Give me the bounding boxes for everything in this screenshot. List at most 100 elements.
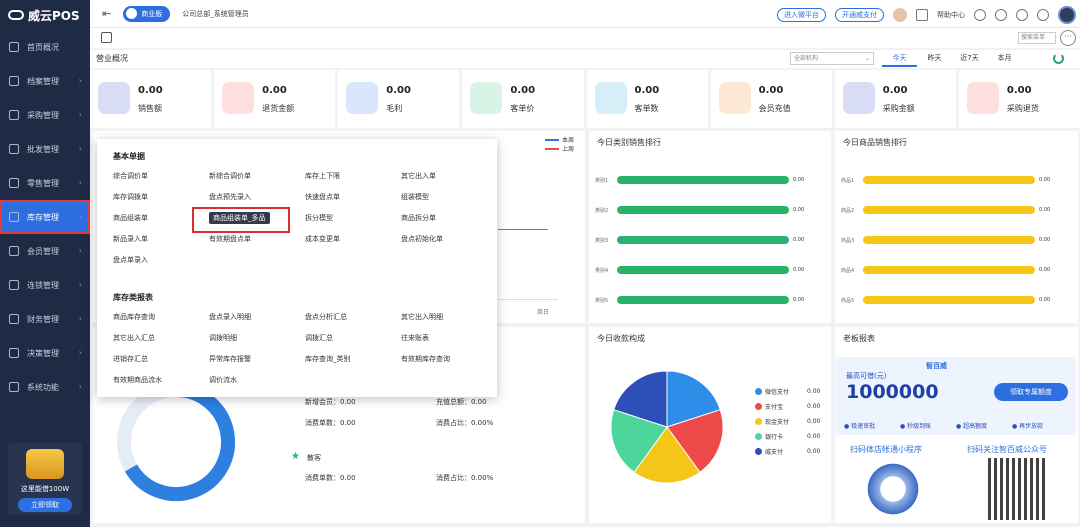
menu-item[interactable]: 盘点单录入 [113, 250, 209, 271]
sidebar-item-inventory[interactable]: 库存管理 › [0, 200, 90, 234]
menu-item[interactable]: 调拨明细 [209, 328, 305, 349]
chevron-right-icon: › [78, 280, 82, 289]
user-photo-icon[interactable] [893, 8, 907, 22]
official-account-qr-icon[interactable] [988, 458, 1048, 520]
open-pay-button[interactable]: 开通威支付 [835, 8, 884, 22]
sidebar-item-label: 财务管理 [27, 314, 59, 324]
sidebar-item-purchase[interactable]: 采购管理 › [0, 98, 90, 132]
sidebar-item-finance[interactable]: 财务管理 › [0, 302, 90, 336]
sidebar-item-label: 库存管理 [27, 212, 59, 222]
menu-item[interactable]: 商品库存查询 [113, 307, 209, 328]
org-select-value: 全部机构 [794, 55, 819, 62]
menu-item[interactable]: 盘点录入明细 [209, 307, 305, 328]
menu-item[interactable]: 其它出入明细 [401, 307, 497, 328]
decision-icon [9, 348, 19, 358]
menu-item-label: 新品录入单 [113, 235, 148, 243]
menu-item[interactable]: 调价流水 [209, 370, 305, 391]
sidebar-item-system[interactable]: 系统功能 › [0, 370, 90, 404]
org-select[interactable]: 全部机构 ⌄ [790, 52, 874, 65]
menu-item[interactable]: 库存查询_类别 [305, 349, 401, 370]
menu-item-label: 盘点初始化单 [401, 235, 443, 243]
menu-item[interactable]: 盘点预先录入 [209, 187, 305, 208]
more-icon[interactable]: ··· [1060, 30, 1076, 46]
kpi-card: 0.00 采购退货 [958, 70, 1080, 128]
rank-label: 类别1 [595, 177, 609, 184]
loan-promo[interactable]: 这里能借100W 立即领取 [8, 443, 82, 515]
kpi-label: 采购金额 [882, 104, 915, 113]
rank-label: 类别2 [595, 207, 609, 214]
sidebar-item-decision[interactable]: 决策管理 › [0, 336, 90, 370]
power-icon[interactable] [1037, 9, 1049, 21]
menu-search-input[interactable]: 搜索菜单 [1018, 32, 1056, 44]
miniapp-qr-icon[interactable] [865, 458, 921, 520]
info-icon[interactable] [974, 9, 986, 21]
panel-title: 今日收款构成 [597, 334, 645, 343]
bell-icon[interactable] [995, 9, 1007, 21]
menu-item[interactable]: 盘点分析汇总 [305, 307, 401, 328]
enter-platform-button[interactable]: 进入微平台 [777, 8, 826, 22]
menu-item[interactable]: 异常库存报警 [209, 349, 305, 370]
menu-item[interactable]: 快速盘点单 [305, 187, 401, 208]
menu-item-label: 成本变更单 [305, 235, 340, 243]
menu-item[interactable]: 库存上下限 [305, 166, 401, 187]
menu-item[interactable]: 调拨汇总 [305, 328, 401, 349]
menu-item[interactable]: 拆分模型 [305, 208, 401, 229]
menu-item[interactable]: 商品拆分单 [401, 208, 497, 229]
menu-item[interactable]: 有效期商品流水 [113, 370, 209, 391]
menu-item[interactable]: 其它出入单 [401, 166, 497, 187]
menu-item[interactable]: 综合调价单 [113, 166, 209, 187]
sidebar-item-label: 会员管理 [27, 246, 59, 256]
org-user-label: 公司总部_系统管理员 [182, 9, 249, 18]
menu-item[interactable]: 其它出入汇总 [113, 328, 209, 349]
menu-item[interactable]: 进销存汇总 [113, 349, 209, 370]
kpi-card: 0.00 毛利 [338, 70, 460, 128]
tab-yesterday[interactable]: 昨天 [917, 52, 952, 67]
price-tag-icon [470, 82, 503, 114]
tab-last-7-days[interactable]: 近7天 [952, 52, 987, 67]
inventory-icon [9, 212, 19, 222]
lock-icon[interactable] [1016, 9, 1028, 21]
sidebar-item-chain[interactable]: 连锁管理 › [0, 268, 90, 302]
menu-item[interactable]: 盘点初始化单 [401, 229, 497, 250]
menu-item[interactable]: 成本变更单 [305, 229, 401, 250]
menu-collapse-icon[interactable]: ⇤ [102, 7, 111, 20]
legend-this-week: 本周 [545, 135, 574, 144]
feature-label: 秒级到账 [907, 423, 932, 430]
loan-banner[interactable]: 智百威 最高可借(元) 1000000 领取专属额度 ● 极速审批 ● 秒级到账… [836, 357, 1076, 435]
menu-item[interactable]: 有效期库存查询 [401, 349, 497, 370]
avatar[interactable] [1058, 6, 1076, 24]
kpi-value: 0.00 [138, 85, 163, 96]
home-tab-icon[interactable] [101, 32, 112, 43]
menu-item[interactable]: 往来账表 [401, 328, 497, 349]
promo-claim-button[interactable]: 立即领取 [18, 498, 72, 512]
menu-item[interactable]: 库存调拨单 [113, 187, 209, 208]
tab-today[interactable]: 今天 [882, 52, 917, 67]
tab-this-month[interactable]: 本月 [987, 52, 1022, 67]
rank-bar [617, 206, 789, 214]
rank-value: 0.00 [793, 267, 805, 273]
sidebar-item-archive[interactable]: 档案管理 › [0, 64, 90, 98]
feature-label: 极速审批 [851, 423, 876, 430]
menu-item[interactable]: 组装模型 [401, 187, 497, 208]
kpi-value: 0.00 [510, 85, 536, 96]
menu-item[interactable]: 新综合调价单 [209, 166, 305, 187]
sidebar-item-member[interactable]: 会员管理 › [0, 234, 90, 268]
app-logo[interactable]: 威云POS [0, 0, 90, 30]
rank-bar [863, 236, 1035, 244]
sidebar-item-home[interactable]: 首页概况 [0, 30, 90, 64]
legend-item: 银行卡 0.00 [755, 432, 820, 441]
refresh-icon[interactable] [1053, 53, 1064, 64]
claim-limit-button[interactable]: 领取专属额度 [994, 383, 1068, 401]
diamond-icon [126, 8, 138, 19]
rank-value: 0.00 [793, 297, 805, 303]
sidebar-item-retail[interactable]: 零售管理 › [0, 166, 90, 200]
date-range-tabs: 今天 昨天 近7天 本月 [882, 52, 1022, 67]
legend-swatch [545, 138, 559, 141]
return-icon [222, 82, 255, 114]
feature-item: ● 再步放款 [1012, 423, 1044, 430]
help-icon[interactable] [916, 9, 928, 21]
sidebar-item-wholesale[interactable]: 批发管理 › [0, 132, 90, 166]
sidebar-item-label: 档案管理 [27, 76, 59, 86]
help-center-link[interactable]: 帮助中心 [937, 10, 965, 20]
menu-item-label: 库存查询_类别 [305, 355, 351, 363]
